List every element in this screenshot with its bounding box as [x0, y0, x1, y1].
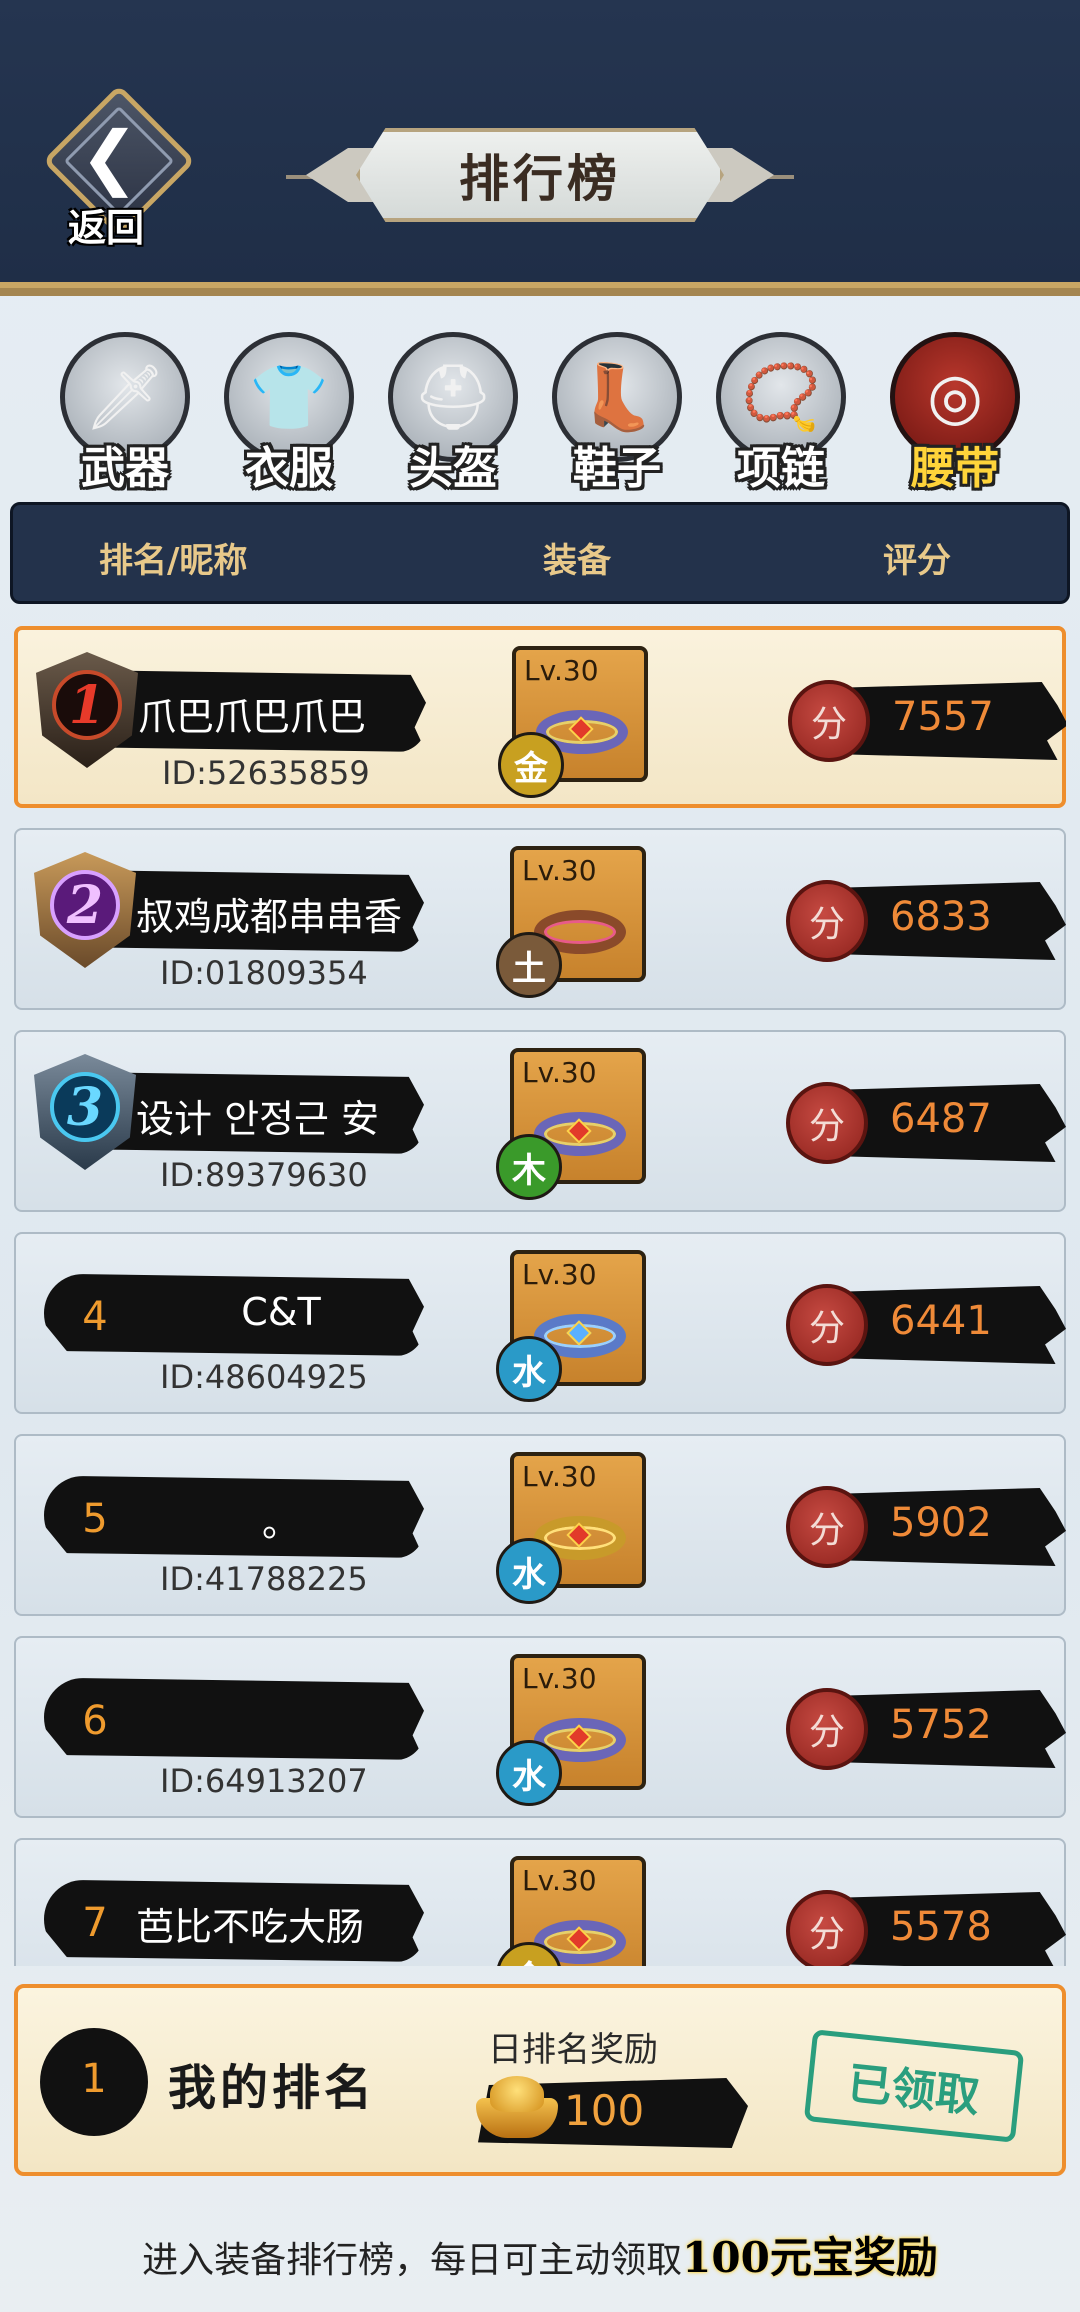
table-row[interactable]: 7 芭比不吃大肠 Lv.30 金 分 5578 — [14, 1838, 1066, 1966]
tab-belt[interactable]: ◎ 腰带 — [880, 326, 1030, 496]
reward-value: 100 — [564, 2086, 645, 2135]
equip-level: Lv.30 — [522, 854, 597, 887]
score-value: 7557 — [892, 694, 994, 740]
equip-level: Lv.30 — [522, 1864, 597, 1897]
table-row[interactable]: 1 爪巴爪巴爪巴 ID:52635859 Lv.30 金 分 7557 — [14, 626, 1066, 808]
score-icon: 分 — [786, 1890, 868, 1966]
player-name: 。 — [261, 1501, 300, 1544]
tab-clothes[interactable]: 👕 衣服 — [214, 326, 364, 496]
ranking-list[interactable]: 1 爪巴爪巴爪巴 ID:52635859 Lv.30 金 分 7557 2 叔鸡… — [14, 626, 1066, 1966]
element-badge: 土 — [496, 932, 562, 998]
table-row[interactable]: 4 C&T ID:48604925 Lv.30 水 分 6441 — [14, 1232, 1066, 1414]
tab-label: 头盔 — [409, 443, 497, 494]
element-badge: 水 — [496, 1336, 562, 1402]
score-icon: 分 — [786, 1082, 868, 1164]
rank-3-medal-icon: 3 — [20, 1044, 150, 1184]
back-label: 返回 — [68, 205, 145, 250]
back-arrow-icon: ❮ — [80, 116, 139, 198]
tab-label: 衣服 — [245, 443, 333, 494]
my-rank-panel: 1 我的排名 日排名奖励 100 已领取 — [14, 1984, 1066, 2176]
rank-number: 7 — [82, 1900, 108, 1946]
player-name: C&T — [241, 1290, 321, 1334]
score-icon: 分 — [786, 1486, 868, 1568]
score-icon: 分 — [788, 680, 870, 762]
tab-helmet[interactable]: ⛑ 头盔 — [378, 326, 528, 496]
player-name — [136, 1694, 426, 1746]
score-icon: 分 — [786, 880, 868, 962]
table-row[interactable]: 2 叔鸡成都串串香 ID:01809354 Lv.30 土 分 6833 — [14, 828, 1066, 1010]
footer-highlight: 100元宝奖励 — [682, 2233, 938, 2282]
score-value: 6833 — [890, 894, 992, 940]
player-name: 爪巴爪巴爪巴 — [138, 695, 367, 738]
score-value: 6487 — [890, 1096, 992, 1142]
page-title: 排行榜 — [459, 149, 621, 208]
tab-label: 鞋子 — [573, 443, 661, 494]
top-header: ❮ 返回 排行榜 — [0, 0, 1080, 296]
my-rank-badge: 1 — [40, 2028, 148, 2136]
category-tabs: 🗡 武器 👕 衣服 ⛑ 头盔 👢 鞋子 📿 项链 ◎ 腰带 — [50, 326, 1030, 496]
element-badge: 水 — [496, 1538, 562, 1604]
element-badge: 金 — [498, 732, 564, 798]
score-value: 5902 — [890, 1500, 992, 1546]
rank-1-medal-icon: 1 — [22, 642, 152, 782]
player-id: ID:41788225 — [160, 1560, 368, 1598]
col-score: 评分 — [883, 541, 951, 581]
title-plate: 排行榜 — [286, 120, 794, 230]
player-id: ID:89379630 — [160, 1156, 368, 1194]
player-name: 叔鸡成都串串香 — [136, 895, 403, 938]
table-row[interactable]: 6 ID:64913207 Lv.30 水 分 5752 — [14, 1636, 1066, 1818]
tab-weapon[interactable]: 🗡 武器 — [50, 326, 200, 496]
score-icon: 分 — [786, 1688, 868, 1770]
claimed-stamp[interactable]: 已领取 — [803, 2029, 1025, 2143]
equip-level: Lv.30 — [524, 654, 599, 687]
rank-number: 2 — [50, 870, 120, 940]
player-id: ID:64913207 — [160, 1762, 368, 1800]
rank-number: 6 — [82, 1698, 108, 1744]
score-value: 5578 — [890, 1904, 992, 1950]
footer-note: 进入装备排行榜，每日可主动领取100元宝奖励 — [0, 2224, 1080, 2285]
tab-shoes[interactable]: 👢 鞋子 — [542, 326, 692, 496]
score-value: 5752 — [890, 1702, 992, 1748]
title-center: 排行榜 — [356, 128, 724, 222]
player-id: ID:01809354 — [160, 954, 368, 992]
tab-label: 武器 — [81, 443, 169, 494]
col-equip: 装备 — [543, 541, 611, 581]
equip-level: Lv.30 — [522, 1258, 597, 1291]
col-rank-name: 排名/昵称 — [99, 541, 248, 581]
tab-label: 项链 — [737, 443, 825, 494]
score-icon: 分 — [786, 1284, 868, 1366]
back-button[interactable]: ❮ 返回 — [40, 84, 196, 255]
equip-level: Lv.30 — [522, 1662, 597, 1695]
my-rank-label: 我的排名 — [168, 2060, 377, 2116]
rank-number: 5 — [82, 1496, 108, 1542]
element-badge: 水 — [496, 1740, 562, 1806]
gold-ingot-icon — [476, 2072, 558, 2142]
element-badge: 木 — [496, 1134, 562, 1200]
player-name: 芭比不吃大肠 — [136, 1905, 365, 1948]
score-value: 6441 — [890, 1298, 992, 1344]
player-id: ID:48604925 — [160, 1358, 368, 1396]
table-header: 排名/昵称 装备 评分 — [10, 502, 1070, 604]
equip-level: Lv.30 — [522, 1056, 597, 1089]
table-row[interactable]: 5 。 ID:41788225 Lv.30 水 分 5902 — [14, 1434, 1066, 1616]
rank-2-medal-icon: 2 — [20, 842, 150, 982]
rank-number: 3 — [50, 1072, 120, 1142]
tab-necklace[interactable]: 📿 项链 — [706, 326, 856, 496]
player-name: 设计 안정근 安 — [136, 1097, 380, 1140]
rank-number: 1 — [52, 670, 122, 740]
footer-text: 进入装备排行榜，每日可主动领取 — [142, 2240, 683, 2281]
rank-number: 4 — [82, 1294, 108, 1340]
tab-label: 腰带 — [911, 443, 999, 494]
my-rank-number: 1 — [81, 2056, 107, 2102]
equip-level: Lv.30 — [522, 1460, 597, 1493]
player-id: ID:52635859 — [162, 754, 370, 792]
table-row[interactable]: 3 设计 안정근 安 ID:89379630 Lv.30 木 分 6487 — [14, 1030, 1066, 1212]
daily-reward-title: 日排名奖励 — [488, 2030, 658, 2070]
